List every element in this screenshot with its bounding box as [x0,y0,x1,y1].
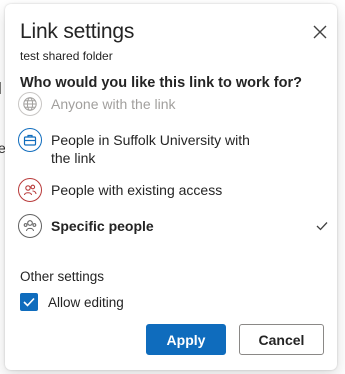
audience-question: Who would you like this link to work for… [20,75,302,91]
apply-button[interactable]: Apply [146,324,226,355]
dialog-title: Link settings [20,20,135,43]
briefcase-icon [18,128,42,152]
globe-icon [18,92,42,116]
close-icon [313,25,327,39]
option-people-in-organization[interactable]: People in Suffolk University with the li… [18,128,328,167]
close-button[interactable] [308,20,332,44]
option-label: People in Suffolk University with the li… [51,132,250,166]
checkbox-check-icon [23,297,35,307]
option-label: Specific people [51,218,154,234]
person-group-icon [18,214,42,238]
option-label: People with existing access [51,182,223,198]
dialog-subtitle: test shared folder [20,49,113,63]
people-icon [18,178,42,202]
cancel-button[interactable]: Cancel [239,324,324,355]
option-specific-people[interactable]: Specific people [18,214,328,238]
allow-editing-checkbox[interactable] [20,293,38,311]
allow-editing-label: Allow editing [48,294,124,310]
background-text-fragment: l [0,80,2,97]
option-label: Anyone with the link [51,96,176,112]
link-settings-dialog: Link settings test shared folder Who wou… [5,4,337,370]
other-settings-heading: Other settings [20,269,105,284]
allow-editing-checkbox-row[interactable]: Allow editing [20,293,124,311]
checkmark-icon [316,218,328,236]
option-existing-access[interactable]: People with existing access [18,178,328,202]
option-anyone-with-link: Anyone with the link [18,92,328,116]
